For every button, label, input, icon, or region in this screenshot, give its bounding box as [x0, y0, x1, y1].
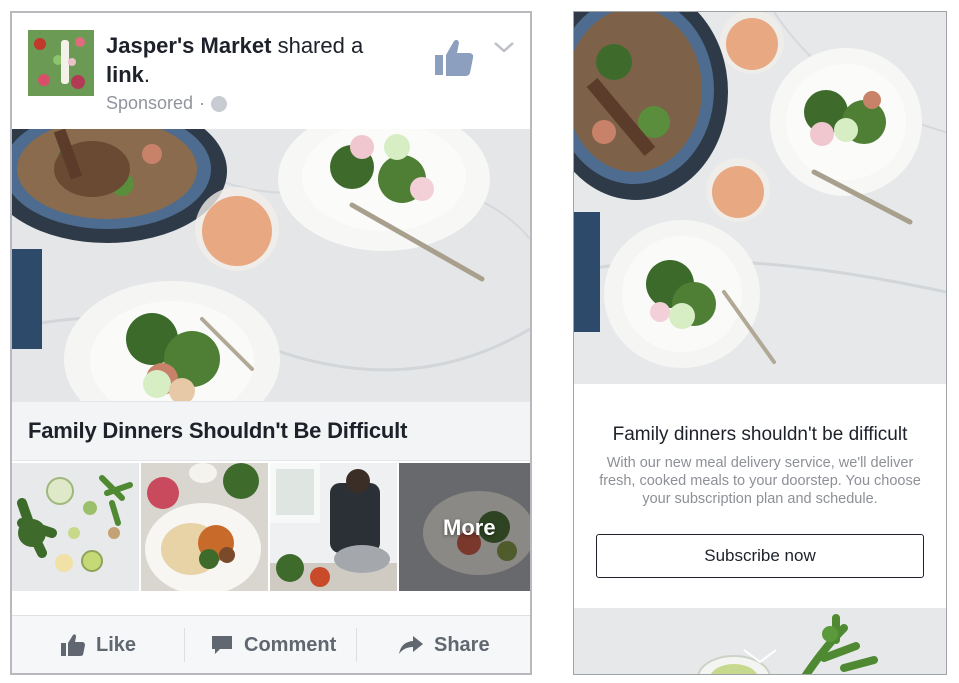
globe-icon	[211, 95, 228, 112]
meta-separator: ·	[199, 93, 206, 113]
product-thumbnails: More	[12, 463, 530, 591]
comment-label: Comment	[244, 633, 337, 656]
hero-image[interactable]	[12, 129, 530, 401]
more-label[interactable]: More	[443, 515, 496, 541]
post-object-link[interactable]: link	[106, 62, 144, 87]
like-thumb-icon[interactable]	[432, 35, 476, 79]
thumbnail-more[interactable]: More	[399, 463, 530, 591]
canvas-title: Family dinners shouldn't be difficult	[612, 424, 908, 445]
comment-icon	[212, 636, 232, 654]
chevron-down-icon[interactable]	[740, 646, 780, 666]
page-logo-icon[interactable]	[28, 30, 94, 96]
spacer	[12, 591, 530, 615]
like-icon	[61, 634, 85, 656]
post-title: Jasper's Market shared a link.	[106, 31, 396, 89]
title-period: .	[143, 62, 151, 87]
post-action-text: shared a	[277, 33, 364, 58]
chevron-down-icon[interactable]	[492, 39, 516, 55]
thumbnail-cooking[interactable]	[270, 463, 397, 591]
thumbnail-ingredients[interactable]	[12, 463, 139, 591]
like-button[interactable]: Like	[60, 616, 137, 673]
share-button[interactable]: Share	[398, 616, 490, 673]
sponsored-line: Sponsored ·	[106, 93, 228, 114]
post-actions: Like Comment Share	[12, 615, 530, 673]
canvas-hero-image[interactable]	[574, 12, 946, 384]
share-arrow-icon	[399, 636, 423, 654]
action-divider	[356, 628, 357, 662]
post-header: Jasper's Market shared a link. Sponsored…	[12, 13, 530, 129]
canvas-body-text: With our new meal delivery service, we'l…	[599, 455, 921, 507]
page-name-link[interactable]: Jasper's Market	[106, 33, 271, 58]
feed-ad-card: Jasper's Market shared a link. Sponsored…	[10, 11, 532, 675]
subscribe-button[interactable]: Subscribe now	[596, 534, 924, 578]
headline-bar[interactable]: Family Dinners Shouldn't Be Difficult	[12, 401, 530, 461]
comment-button[interactable]: Comment	[210, 616, 337, 673]
sponsored-label[interactable]: Sponsored	[106, 93, 193, 114]
canvas-footer-image[interactable]	[574, 608, 946, 674]
like-label: Like	[96, 633, 137, 656]
action-divider	[184, 628, 185, 662]
canvas-panel: Family dinners shouldn't be difficult Wi…	[573, 11, 947, 675]
ad-headline[interactable]: Family Dinners Shouldn't Be Difficult	[28, 418, 407, 444]
thumbnail-plate[interactable]	[141, 463, 268, 591]
share-label: Share	[434, 633, 490, 656]
